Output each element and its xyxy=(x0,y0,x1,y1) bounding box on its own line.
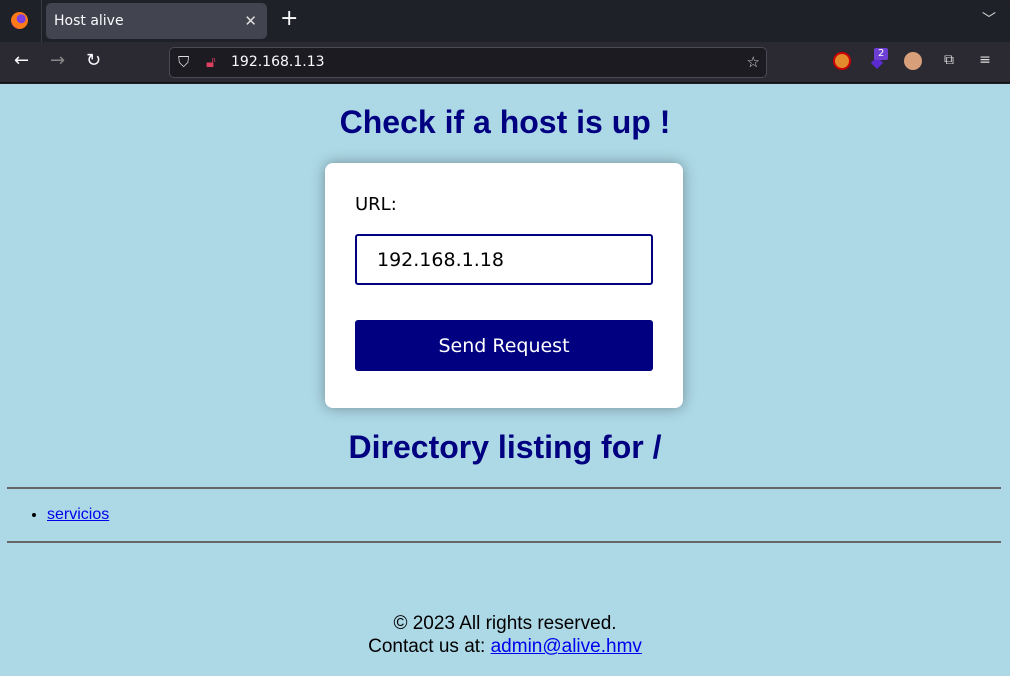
forward-icon[interactable]: → xyxy=(50,50,65,71)
contact-email-link[interactable]: admin@alive.hmv xyxy=(491,636,642,657)
link-servicios[interactable]: servicios xyxy=(47,506,109,523)
page-title: Check if a host is up ! xyxy=(339,104,671,140)
firefox-logo-icon xyxy=(11,12,28,29)
footer: © 2023 All rights reserved. Contact us a… xyxy=(0,612,1010,658)
back-icon[interactable]: ← xyxy=(14,50,29,71)
send-request-button[interactable]: Send Request xyxy=(355,320,653,371)
list-item: servicios xyxy=(47,506,109,524)
close-tab-icon[interactable]: ✕ xyxy=(244,3,257,39)
divider xyxy=(7,541,1001,543)
tab-title: Host alive xyxy=(54,13,124,29)
tab-bar: Host alive ✕ + ﹀ xyxy=(0,0,1010,42)
new-tab-icon[interactable]: + xyxy=(280,6,298,31)
extension-blocker-icon[interactable] xyxy=(833,52,851,70)
url-label: URL: xyxy=(355,194,397,215)
directory-list: servicios xyxy=(47,506,109,524)
host-check-form: URL: Send Request xyxy=(325,163,683,408)
url-text[interactable]: 192.168.1.13 xyxy=(231,54,325,70)
chevron-down-icon[interactable]: ﹀ xyxy=(982,9,996,29)
divider xyxy=(7,487,1001,489)
shield-icon[interactable]: ⛉ xyxy=(178,53,189,71)
divider xyxy=(41,0,42,42)
insecure-lock-icon[interactable]: 🔓︎ xyxy=(206,53,216,71)
extensions-puzzle-icon[interactable]: ⧉ xyxy=(940,52,958,70)
tab-host-alive[interactable]: Host alive ✕ xyxy=(46,3,267,39)
nav-toolbar: ← → ↻ ⛉ 🔓︎ 192.168.1.13 ☆ ◆ ⧉ ≡ xyxy=(0,42,1010,83)
bookmark-star-icon[interactable]: ☆ xyxy=(747,53,760,71)
menu-hamburger-icon[interactable]: ≡ xyxy=(976,52,994,70)
page-content: Check if a host is up ! URL: Send Reques… xyxy=(0,84,1010,676)
extension-avatar-icon[interactable] xyxy=(904,52,922,70)
address-bar[interactable]: ⛉ 🔓︎ 192.168.1.13 ☆ xyxy=(169,47,767,78)
copyright-text: © 2023 All rights reserved. xyxy=(393,613,617,634)
reload-icon[interactable]: ↻ xyxy=(86,50,101,71)
contact-label: Contact us at: xyxy=(368,636,491,657)
extension-badge: 2 xyxy=(874,48,889,60)
url-input[interactable] xyxy=(355,234,653,285)
listing-title: Directory listing for / xyxy=(348,429,662,465)
